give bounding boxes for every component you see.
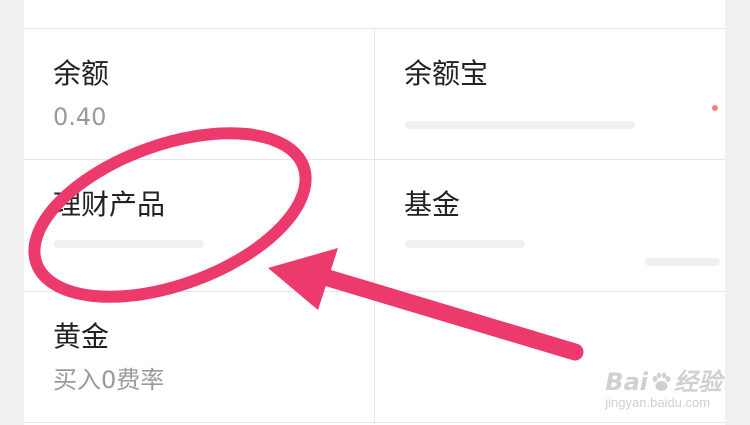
balance-amount: 0.40 bbox=[53, 103, 107, 131]
screen: 余额 0.40 余额宝 理财产品 基金 黄金 买入0费率 Bai 经验 jing… bbox=[0, 0, 750, 425]
watermark-brand-suffix: 经验 bbox=[674, 368, 722, 396]
fund-cell[interactable]: 基金 bbox=[375, 160, 725, 292]
wealth-products-obscured-value bbox=[54, 240, 204, 248]
watermark: Bai 经验 jingyan.baidu.com bbox=[605, 369, 722, 411]
gold-subtitle: 买入0费率 bbox=[53, 366, 165, 394]
gold-title: 黄金 bbox=[53, 320, 110, 353]
yuebao-red-dot bbox=[712, 105, 718, 111]
yuebao-title: 余额宝 bbox=[404, 57, 489, 90]
wealth-products-title: 理财产品 bbox=[53, 188, 166, 221]
yuebao-cell[interactable]: 余额宝 bbox=[375, 29, 725, 160]
fund-title: 基金 bbox=[404, 188, 461, 221]
fund-obscured-value bbox=[405, 240, 525, 248]
balance-cell[interactable]: 余额 0.40 bbox=[24, 29, 375, 160]
baidu-paw-icon bbox=[652, 372, 671, 391]
balance-title: 余额 bbox=[53, 57, 110, 90]
watermark-brand-line: Bai 经验 bbox=[605, 369, 722, 395]
assets-grid: 余额 0.40 余额宝 理财产品 基金 黄金 买入0费率 bbox=[24, 28, 725, 423]
assets-card: 余额 0.40 余额宝 理财产品 基金 黄金 买入0费率 bbox=[24, 0, 725, 425]
watermark-brand: Bai bbox=[605, 368, 648, 396]
wealth-products-cell[interactable]: 理财产品 bbox=[24, 160, 375, 292]
fund-obscured-tag bbox=[645, 258, 720, 266]
yuebao-obscured-value bbox=[405, 121, 635, 129]
watermark-url: jingyan.baidu.com bbox=[605, 395, 711, 410]
gold-cell[interactable]: 黄金 买入0费率 bbox=[24, 292, 375, 423]
